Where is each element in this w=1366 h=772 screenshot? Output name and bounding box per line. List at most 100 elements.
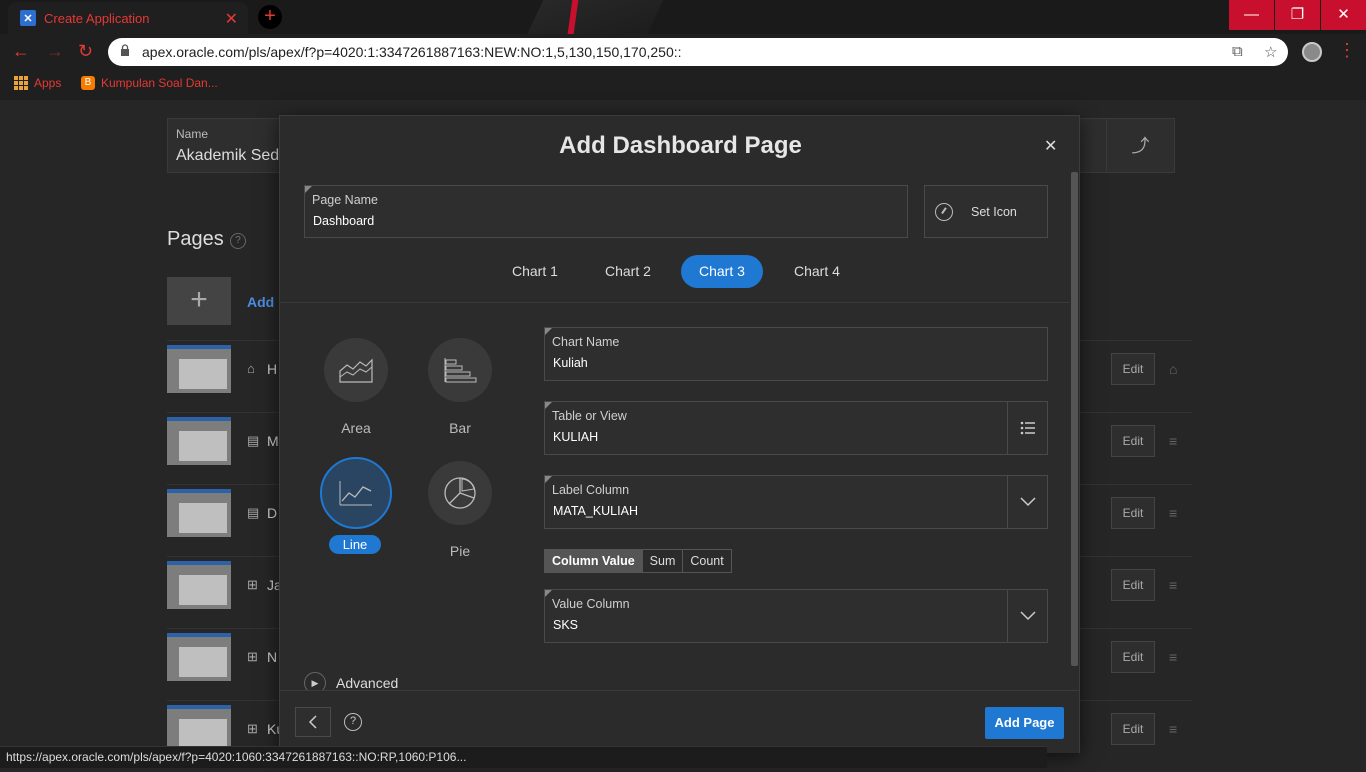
browser-tabstrip: ✕ Create Application ✕ + — ❐ ✕: [0, 0, 1366, 34]
aggregation-toggle: Column Value Sum Count: [544, 549, 732, 573]
value-column-select[interactable]: Value Column SKS: [544, 589, 1048, 643]
tab-close-icon[interactable]: ✕: [225, 9, 238, 29]
bookmark-blog[interactable]: B Kumpulan Soal Dan...: [81, 76, 218, 90]
pages-heading: Pages: [167, 228, 224, 250]
drag-handle-icon[interactable]: ≡: [1169, 433, 1177, 449]
add-page-button[interactable]: Add Page: [985, 707, 1064, 739]
grid-icon: ⊞: [247, 721, 258, 736]
option-sum[interactable]: Sum: [643, 550, 684, 572]
page-thumbnail: [167, 633, 231, 681]
dialog-footer: ? Add Page: [280, 690, 1079, 753]
dialog-scrollbar[interactable]: [1071, 172, 1078, 666]
chart-type-bar[interactable]: Bar: [425, 338, 495, 436]
add-page-tile[interactable]: +: [167, 277, 231, 325]
set-icon-label: Set Icon: [971, 204, 1017, 219]
reload-icon[interactable]: ↻: [78, 41, 93, 62]
chevron-down-icon[interactable]: [1007, 476, 1047, 528]
back-arrow-icon[interactable]: ←: [12, 41, 30, 62]
page-row-title: D: [267, 505, 278, 521]
forward-arrow-icon[interactable]: →: [46, 41, 64, 62]
pie-chart-icon: [428, 461, 492, 525]
dialog-title: Add Dashboard Page: [559, 132, 802, 159]
edit-button[interactable]: Edit: [1111, 641, 1155, 673]
page-name-field[interactable]: Page Name Dashboard: [304, 185, 908, 238]
tabs-divider: [280, 302, 1070, 303]
browser-tab[interactable]: ✕ Create Application ✕: [8, 2, 248, 34]
chart-type-line[interactable]: Line: [320, 457, 392, 554]
tab-chart-4[interactable]: Chart 4: [776, 255, 858, 288]
tab-chart-2[interactable]: Chart 2: [587, 255, 669, 288]
browser-menu-icon[interactable]: ⋮: [1338, 40, 1356, 61]
url-text: apex.oracle.com/pls/apex/f?p=4020:1:3347…: [142, 44, 682, 60]
field-label: Name: [176, 127, 209, 141]
chart-type-pie[interactable]: Pie: [425, 461, 495, 559]
label-column-select[interactable]: Label Column MATA_KULIAH: [544, 475, 1048, 529]
bookmark-apps[interactable]: Apps: [14, 76, 61, 90]
drag-handle-icon[interactable]: ≡: [1169, 649, 1177, 665]
translate-icon[interactable]: ⧉: [1232, 43, 1243, 60]
line-chart-icon: [320, 457, 392, 529]
new-tab-button[interactable]: +: [258, 5, 282, 29]
theme-decoration: [487, 0, 673, 34]
edit-button[interactable]: Edit: [1111, 425, 1155, 457]
drag-handle-icon[interactable]: ≡: [1169, 721, 1177, 737]
bookmarks-bar: Apps B Kumpulan Soal Dan...: [0, 70, 1366, 100]
restore-button[interactable]: ❐: [1275, 0, 1320, 30]
area-chart-icon: [324, 338, 388, 402]
page-row-title: H: [267, 361, 278, 377]
chart-type-label: Area: [341, 420, 371, 436]
apps-grid-icon: [14, 76, 28, 90]
blogger-icon: B: [81, 76, 95, 90]
option-count[interactable]: Count: [683, 550, 730, 572]
minimize-button[interactable]: —: [1229, 0, 1274, 30]
close-icon[interactable]: ✕: [1044, 136, 1057, 156]
chart-type-area[interactable]: Area: [321, 338, 391, 436]
help-icon[interactable]: ?: [230, 233, 246, 249]
field-label: Page Name: [312, 193, 379, 207]
home-icon: ⌂: [1169, 361, 1178, 377]
chart-type-label: Pie: [449, 543, 471, 559]
chart-type-label: Line: [328, 535, 382, 554]
add-dashboard-dialog: Add Dashboard Page ✕ Page Name Dashboard…: [279, 115, 1080, 753]
chart-tabs: Chart 1 Chart 2 Chart 3 Chart 4: [280, 255, 1081, 289]
edit-button[interactable]: Edit: [1111, 569, 1155, 601]
page-thumbnail: [167, 489, 231, 537]
bar-chart-icon: [428, 338, 492, 402]
edit-button[interactable]: Edit: [1111, 353, 1155, 385]
gauge-icon: [935, 202, 953, 221]
page-thumbnail: [167, 561, 231, 609]
form-icon: ▤: [247, 433, 260, 448]
table-or-view-field[interactable]: Table or View KULIAH: [544, 401, 1048, 455]
edit-button[interactable]: Edit: [1111, 497, 1155, 529]
grid-icon: ⊞: [247, 649, 258, 664]
list-picker-icon[interactable]: [1007, 402, 1047, 454]
app-icon-field: [1078, 118, 1106, 173]
field-value: Akademik Seder: [176, 147, 294, 164]
lock-icon: [121, 44, 129, 56]
tab-chart-1[interactable]: Chart 1: [494, 255, 576, 288]
edit-button[interactable]: Edit: [1111, 713, 1155, 745]
field-value: MATA_KULIAH: [553, 504, 638, 518]
chart-name-field[interactable]: Chart Name Kuliah: [544, 327, 1048, 381]
bookmark-label: Apps: [34, 76, 62, 90]
app-name-field[interactable]: Name Akademik Seder: [167, 118, 293, 173]
set-icon-button[interactable]: Set Icon: [924, 185, 1048, 238]
drag-handle-icon[interactable]: ≡: [1169, 577, 1177, 593]
drag-handle-icon[interactable]: ≡: [1169, 505, 1177, 521]
app-icon-button[interactable]: ⤴: [1106, 118, 1175, 173]
profile-avatar[interactable]: [1302, 42, 1322, 62]
chevron-down-icon[interactable]: [1007, 590, 1047, 642]
bookmark-star-icon[interactable]: ☆: [1264, 43, 1277, 61]
tab-chart-3[interactable]: Chart 3: [681, 255, 763, 288]
page-thumbnail: [167, 417, 231, 465]
add-page-link[interactable]: Add: [247, 294, 274, 310]
close-window-button[interactable]: ✕: [1321, 0, 1366, 30]
field-label: Label Column: [552, 483, 630, 497]
help-icon[interactable]: ?: [344, 713, 362, 731]
grid-icon: ⊞: [247, 577, 258, 592]
address-bar[interactable]: apex.oracle.com/pls/apex/f?p=4020:1:3347…: [108, 38, 1288, 66]
option-column-value[interactable]: Column Value: [545, 550, 643, 572]
previous-button[interactable]: [295, 707, 331, 737]
field-value: KULIAH: [553, 430, 599, 444]
status-bar-url: https://apex.oracle.com/pls/apex/f?p=402…: [0, 746, 1047, 768]
